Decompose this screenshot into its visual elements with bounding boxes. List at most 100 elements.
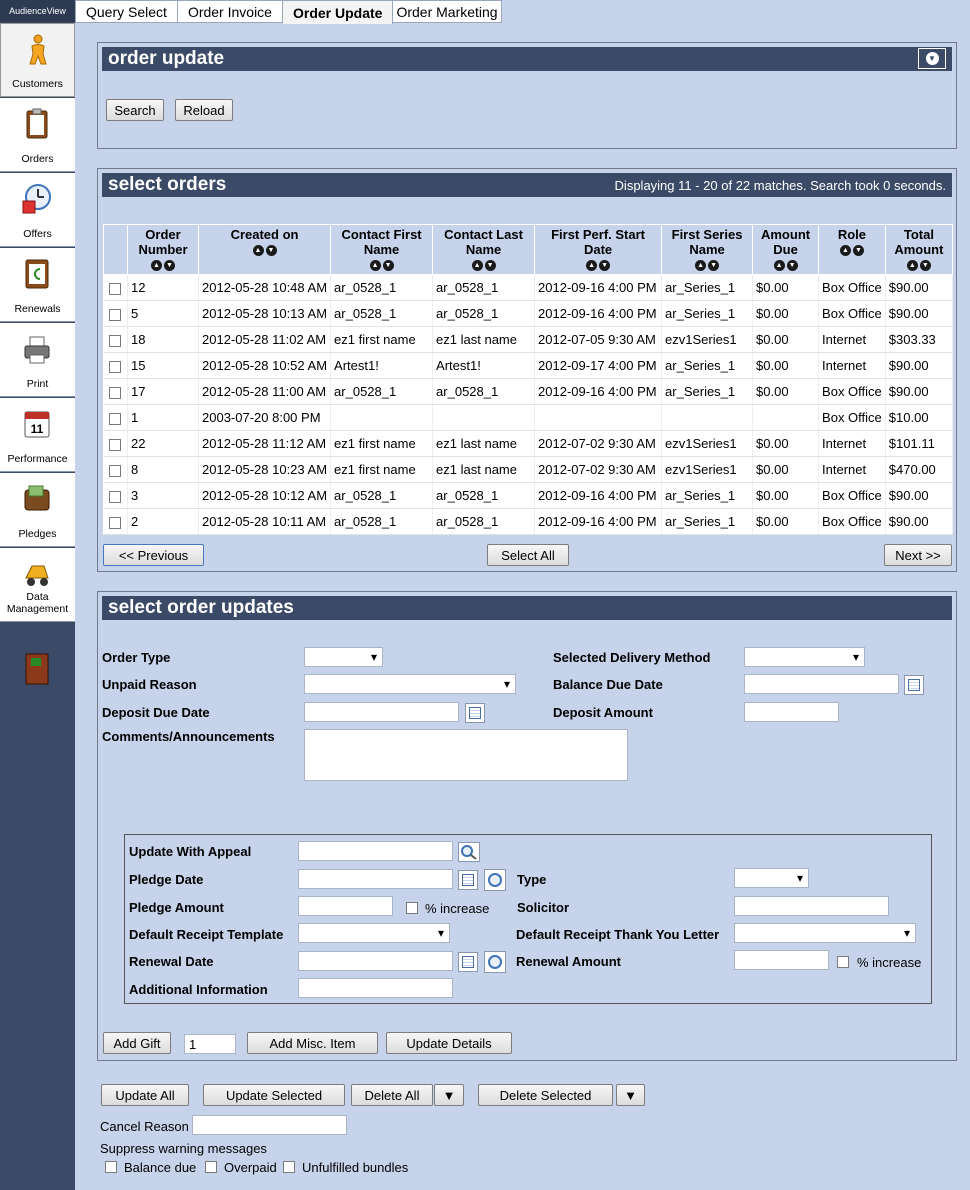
sort-down-icon[interactable]: ▼ [852, 245, 864, 257]
pledge-amount-input[interactable] [298, 896, 393, 916]
column-header-first-perf-start-date[interactable]: First Perf. Start Date ▲ ▼ [534, 224, 663, 275]
sort-down-icon[interactable]: ▼ [265, 245, 277, 257]
column-header-first-series-name[interactable]: First Series Name ▲ ▼ [661, 224, 754, 275]
sidebar-item-customers[interactable]: Customers [0, 23, 75, 97]
appeal-input[interactable] [298, 841, 453, 861]
delete-all-button[interactable]: Delete All [351, 1084, 433, 1106]
sort-up-icon[interactable]: ▲ [773, 260, 785, 272]
delete-selected-button[interactable]: Delete Selected [478, 1084, 613, 1106]
sort-up-icon[interactable]: ▲ [906, 260, 918, 272]
column-header-total-amount[interactable]: Total Amount ▲ ▼ [884, 224, 954, 275]
table-row[interactable]: 15 2012-05-28 10:52 AM Artest1! Artest1! 201… [103, 352, 954, 379]
sort-down-icon[interactable]: ▼ [919, 260, 931, 272]
table-row[interactable]: 22 2012-05-28 11:12 AM ez1 first name ez1 l… [103, 430, 954, 457]
balance-due-checkbox[interactable] [105, 1161, 117, 1173]
search-button[interactable]: Search [106, 99, 164, 121]
sort-down-icon[interactable]: ▼ [599, 260, 611, 272]
column-header-contact-first-name[interactable]: Contact First Name ▲ ▼ [330, 224, 434, 275]
quantity-input[interactable] [184, 1034, 236, 1054]
tab-order-update[interactable]: Order Update [282, 0, 394, 24]
previous-page-button[interactable]: << Previous [103, 544, 204, 566]
column-header-amount-due[interactable]: Amount Due ▲ ▼ [752, 224, 820, 275]
sidebar-item-renewals[interactable]: Renewals [0, 248, 75, 322]
sort-down-icon[interactable]: ▼ [708, 260, 720, 272]
tab-order-invoice[interactable]: Order Invoice [177, 0, 283, 23]
unpaid-reason-select[interactable] [304, 674, 516, 694]
row-checkbox[interactable] [109, 412, 122, 425]
comments-textarea[interactable] [304, 729, 628, 781]
update-all-button[interactable]: Update All [101, 1084, 189, 1106]
sidebar-item-performance[interactable]: 11 Performance [0, 398, 75, 472]
sort-up-icon[interactable]: ▲ [252, 245, 264, 257]
sort-down-icon[interactable]: ▼ [382, 260, 394, 272]
table-row[interactable]: 18 2012-05-28 11:02 AM ez1 first name ez1 l… [103, 326, 954, 353]
row-checkbox[interactable] [109, 490, 122, 503]
exit-door-icon[interactable] [24, 652, 50, 686]
deposit-due-date-input[interactable] [304, 702, 459, 722]
sort-up-icon[interactable]: ▲ [586, 260, 598, 272]
renewal-amount-input[interactable] [734, 950, 829, 970]
calendar-icon[interactable] [458, 952, 478, 972]
add-gift-button[interactable]: Add Gift [103, 1032, 171, 1054]
unfulfilled-bundles-checkbox[interactable] [283, 1161, 295, 1173]
additional-info-input[interactable] [298, 978, 453, 998]
column-header-order-number[interactable]: Order Number ▲ ▼ [127, 224, 199, 275]
table-row[interactable]: 12 2012-05-28 10:48 AM ar_0528_1 ar_0528_1 2… [103, 274, 954, 301]
sidebar-item-offers[interactable]: Offers [0, 173, 75, 247]
column-header-created-on[interactable]: Created on ▲ ▼ [197, 224, 332, 275]
sidebar-item-data-management[interactable]: Data Management [0, 548, 75, 622]
row-checkbox[interactable] [109, 464, 122, 477]
row-checkbox[interactable] [109, 334, 122, 347]
clock-icon[interactable] [484, 951, 506, 973]
sidebar-item-print[interactable]: Print [0, 323, 75, 397]
update-details-button[interactable]: Update Details [386, 1032, 512, 1054]
add-misc-item-button[interactable]: Add Misc. Item [247, 1032, 378, 1054]
row-checkbox[interactable] [109, 308, 122, 321]
column-header-contact-last-name[interactable]: Contact Last Name ▲ ▼ [432, 224, 536, 275]
sort-up-icon[interactable]: ▲ [695, 260, 707, 272]
table-row[interactable]: 17 2012-05-28 11:00 AM ar_0528_1 ar_0528_1 2… [103, 378, 954, 405]
table-row[interactable]: 2 2012-05-28 10:11 AM ar_0528_1 ar_0528_1 20… [103, 508, 954, 535]
balance-due-date-input[interactable] [744, 674, 899, 694]
magnifier-icon[interactable] [458, 842, 480, 862]
clock-icon[interactable] [484, 869, 506, 891]
sidebar-item-pledges[interactable]: Pledges [0, 473, 75, 547]
calendar-icon[interactable] [465, 703, 485, 723]
row-checkbox[interactable] [109, 360, 122, 373]
calendar-icon[interactable] [904, 675, 924, 695]
sort-up-icon[interactable]: ▲ [151, 260, 162, 272]
table-row[interactable]: 5 2012-05-28 10:13 AM ar_0528_1 ar_0528_1 20… [103, 300, 954, 327]
deposit-amount-input[interactable] [744, 702, 839, 722]
select-all-button[interactable]: Select All [487, 544, 569, 566]
row-checkbox[interactable] [109, 386, 122, 399]
update-selected-button[interactable]: Update Selected [203, 1084, 345, 1106]
order-type-select[interactable] [304, 647, 383, 667]
row-checkbox[interactable] [109, 516, 122, 529]
reload-button[interactable]: Reload [175, 99, 233, 121]
sort-up-icon[interactable]: ▲ [471, 260, 483, 272]
overpaid-checkbox[interactable] [205, 1161, 217, 1173]
sort-down-icon[interactable]: ▼ [786, 260, 798, 272]
sort-down-icon[interactable]: ▼ [484, 260, 496, 272]
tab-query-select[interactable]: Query Select [75, 0, 178, 23]
sort-up-icon[interactable]: ▲ [369, 260, 381, 272]
collapse-button[interactable]: ▼ [918, 48, 946, 69]
next-page-button[interactable]: Next >> [884, 544, 952, 566]
pledge-date-input[interactable] [298, 869, 453, 889]
sort-up-icon[interactable]: ▲ [839, 245, 851, 257]
receipt-template-select[interactable] [298, 923, 450, 943]
calendar-icon[interactable] [458, 870, 478, 890]
row-checkbox[interactable] [109, 282, 122, 295]
row-checkbox[interactable] [109, 438, 122, 451]
column-header-role[interactable]: Role ▲ ▼ [818, 224, 886, 275]
sort-down-icon[interactable]: ▼ [164, 260, 175, 272]
renewal-date-input[interactable] [298, 951, 453, 971]
pct-increase-checkbox[interactable] [406, 902, 418, 914]
delete-all-dropdown-button[interactable]: ▼ [434, 1084, 464, 1106]
sidebar-item-orders[interactable]: Orders [0, 98, 75, 172]
table-row[interactable]: 8 2012-05-28 10:23 AM ez1 first name ez1 la… [103, 456, 954, 483]
type-select[interactable] [734, 868, 809, 888]
delete-selected-dropdown-button[interactable]: ▼ [616, 1084, 645, 1106]
solicitor-input[interactable] [734, 896, 889, 916]
table-row[interactable]: 1 2003-07-20 8:00 PM Box Office $10.00 [103, 404, 954, 431]
